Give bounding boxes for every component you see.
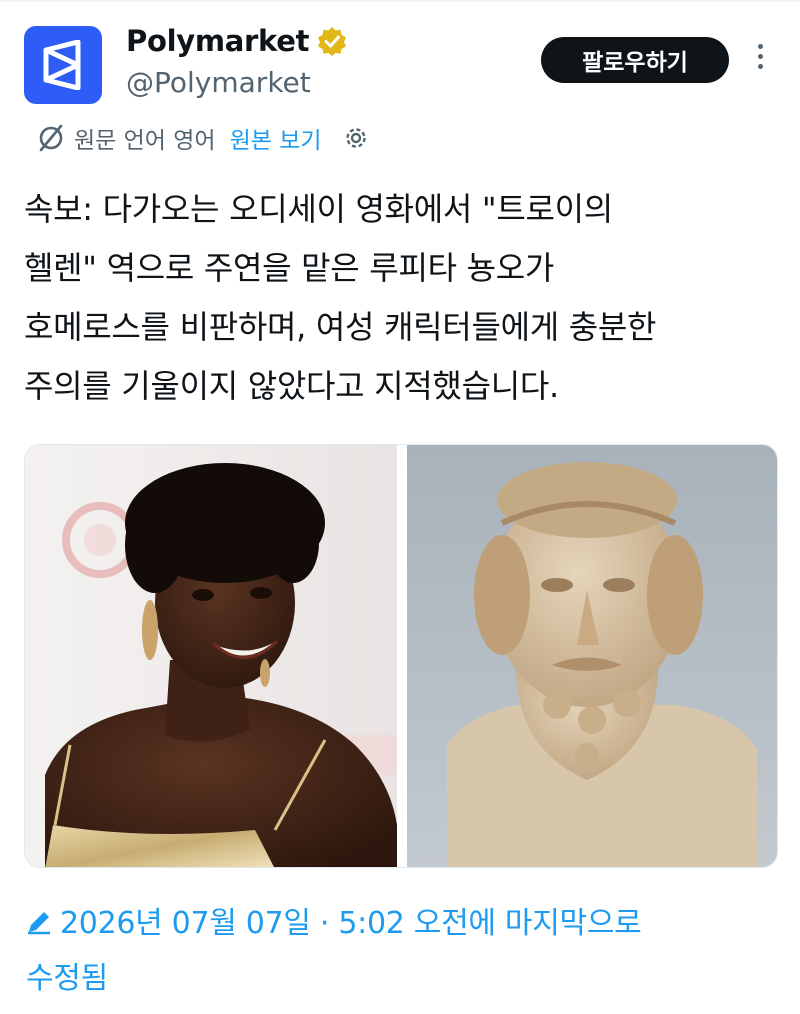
portrait-photo[interactable]: [25, 445, 397, 867]
pencil-icon: [28, 912, 50, 935]
display-name[interactable]: Polymarket: [126, 24, 309, 58]
follow-button[interactable]: 팔로우하기: [541, 37, 729, 83]
tweet-text-line: 속보: 다가오는 오디세이 영화에서 "트로이의: [24, 190, 613, 228]
avatar[interactable]: [24, 26, 102, 104]
tweet-text: 속보: 다가오는 오디세이 영화에서 "트로이의 헬렌" 역으로 주연을 맡은 …: [24, 180, 784, 416]
more-vertical-icon[interactable]: [750, 44, 770, 74]
view-original-link[interactable]: 원본 보기: [230, 121, 322, 155]
translation-bar: 원문 언어 영어 원본 보기: [36, 118, 370, 158]
tweet-text-line: 헬렌" 역으로 주연을 맡은 루피타 뇽오가: [24, 249, 555, 287]
polymarket-logo-icon: [43, 40, 81, 90]
gear-icon[interactable]: [342, 124, 370, 152]
bust-photo[interactable]: [407, 445, 777, 867]
tweet-text-line: 주의를 기울이지 않았다고 지적했습니다.: [24, 367, 559, 405]
gold-verified-badge-icon: [318, 27, 347, 56]
edited-text-line: 2026년 07월 07일 · 5:02 오전에 마지막으로: [60, 906, 642, 941]
name-row: Polymarket: [126, 24, 347, 58]
edited-text-line: 수정됨: [26, 961, 108, 996]
tweet-media: [24, 444, 778, 868]
tweet-text-line: 호메로스를 비판하며, 여성 캐릭터들에게 충분한: [24, 308, 657, 346]
user-handle[interactable]: @Polymarket: [126, 66, 311, 99]
media-divider: [397, 445, 407, 867]
translate-off-icon: [39, 124, 63, 152]
translation-language-label: 원문 언어 영어: [74, 128, 216, 154]
edited-notice[interactable]: 2026년 07월 07일 · 5:02 오전에 마지막으로 수정됨: [26, 896, 766, 1006]
top-divider: [0, 0, 800, 2]
